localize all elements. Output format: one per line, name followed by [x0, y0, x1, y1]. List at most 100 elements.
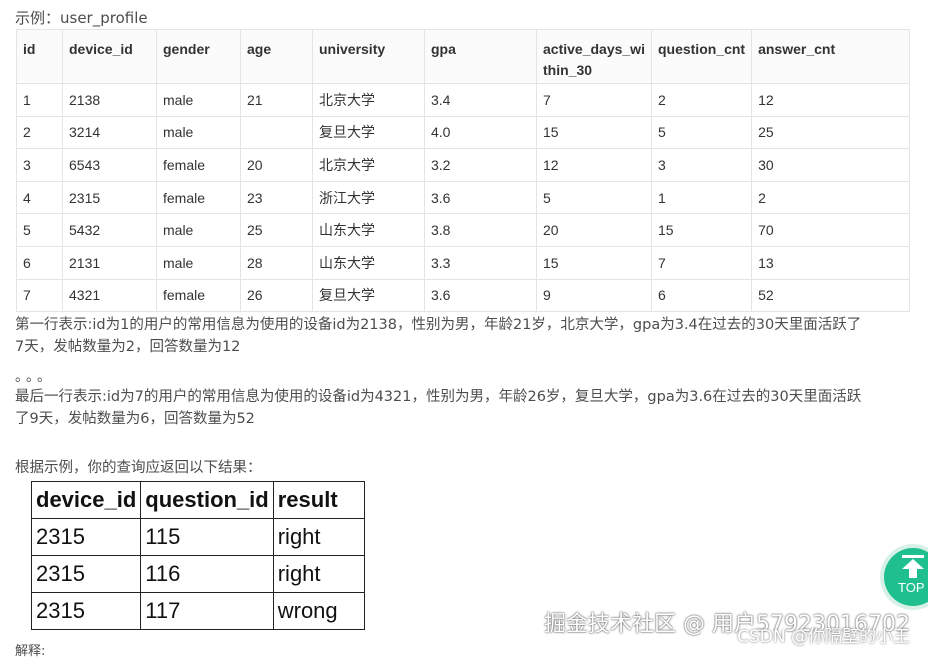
table-cell: 2131: [62, 245, 157, 280]
table-cell: 3.8: [424, 213, 537, 247]
table-row: 2 3214 male 复旦大学 4.0 15 5 25: [16, 115, 910, 150]
header-device-id: device_id: [62, 29, 157, 84]
table-cell: 3: [650, 148, 753, 182]
table-cell: 2: [751, 180, 910, 215]
table-cell: female: [156, 180, 241, 215]
header-gpa: gpa: [424, 29, 537, 84]
result-cell: wrong: [272, 592, 365, 630]
result-header-result: result: [272, 481, 365, 519]
csdn-watermark: CSDN @你隔壁的小王: [737, 627, 910, 647]
table-cell: 23: [240, 180, 313, 215]
table-cell: 3214: [62, 115, 157, 150]
table-cell: 4321: [62, 278, 157, 313]
table-cell: 15: [536, 245, 652, 280]
table-cell: 20: [240, 148, 313, 182]
table-cell: 15: [650, 213, 753, 247]
table-cell: 9: [536, 278, 652, 313]
table-row: 4 2315 female 23 浙江大学 3.6 5 1 2: [16, 180, 910, 215]
table-cell: 7: [536, 83, 652, 117]
table-cell: male: [156, 245, 241, 280]
table-cell: 26: [240, 278, 313, 313]
result-header-row: device_id question_id result: [30, 481, 365, 519]
table-cell: 3: [16, 148, 63, 182]
table-row: 6 2131 male 28 山东大学 3.3 15 7 13: [16, 245, 910, 280]
explanation-last-row: 最后一行表示:id为7的用户的常用信息为使用的设备id为4321，性别为男，年龄…: [15, 386, 915, 430]
table-cell: male: [156, 83, 241, 117]
table-cell: 13: [751, 245, 910, 280]
table-row: 5 5432 male 25 山东大学 3.8 20 15 70: [16, 213, 910, 247]
table-cell: 4.0: [424, 115, 537, 150]
table-cell: 3.4: [424, 83, 537, 117]
result-cell: 2315: [30, 592, 142, 630]
table-cell: male: [156, 115, 241, 150]
top-label: TOP: [898, 580, 925, 595]
table-row: 1 2138 male 21 北京大学 3.4 7 2 12: [16, 83, 910, 117]
explanation-first-row-line2: 7天，发帖数量为2，回答数量为12: [15, 339, 241, 355]
result-header-question-id: question_id: [140, 481, 274, 519]
table-header-row: id device_id gender age university gpa a…: [16, 29, 910, 84]
table-cell: 5: [536, 180, 652, 215]
table-cell: 28: [240, 245, 313, 280]
table-cell: 复旦大学: [312, 115, 425, 150]
table-cell: 北京大学: [312, 83, 425, 117]
table-cell: female: [156, 148, 241, 182]
table-cell: 6543: [62, 148, 157, 182]
result-row: 2315 117 wrong: [30, 592, 365, 630]
header-age: age: [240, 29, 313, 84]
table-cell: 2: [650, 83, 753, 117]
explanation-first-row-line1: 第一行表示:id为1的用户的常用信息为使用的设备id为2138，性别为男，年龄2…: [15, 317, 862, 333]
table-cell: 25: [240, 213, 313, 247]
result-cell: 116: [140, 555, 274, 593]
header-active-days: active_days_wi thin_30: [536, 29, 652, 84]
table-cell: 5432: [62, 213, 157, 247]
explanation-heading: 解释:: [15, 644, 46, 659]
table-cell: 浙江大学: [312, 180, 425, 215]
table-cell: 3.6: [424, 180, 537, 215]
table-cell: male: [156, 213, 241, 247]
table-row: 7 4321 female 26 复旦大学 3.6 9 6 52: [16, 278, 910, 313]
header-university: university: [312, 29, 425, 84]
table-cell: 3.2: [424, 148, 537, 182]
table-cell: 52: [751, 278, 910, 313]
table-cell: 7: [650, 245, 753, 280]
table-cell: 6: [16, 245, 63, 280]
table-cell: 2138: [62, 83, 157, 117]
table-row: 3 6543 female 20 北京大学 3.2 12 3 30: [16, 148, 910, 182]
result-header-device-id: device_id: [30, 481, 142, 519]
result-row: 2315 116 right: [30, 555, 365, 593]
table-cell: [240, 115, 313, 150]
table-cell: 12: [536, 148, 652, 182]
table-cell: 20: [536, 213, 652, 247]
ellipsis-dots: 。。。: [15, 369, 55, 385]
header-active-days-line1: active_days_wi: [543, 41, 645, 57]
user-profile-table: id device_id gender age university gpa a…: [16, 29, 910, 313]
header-question-cnt: question_cnt: [650, 29, 753, 84]
table-cell: 2: [16, 115, 63, 150]
table-cell: 15: [536, 115, 652, 150]
explanation-first-row: 第一行表示:id为1的用户的常用信息为使用的设备id为2138，性别为男，年龄2…: [15, 314, 915, 358]
table-cell: 山东大学: [312, 245, 425, 280]
explanation-last-row-line1: 最后一行表示:id为7的用户的常用信息为使用的设备id为4321，性别为男，年龄…: [15, 389, 862, 405]
back-to-top-button[interactable]: TOP: [884, 548, 928, 606]
table-cell: 30: [751, 148, 910, 182]
table-cell: 70: [751, 213, 910, 247]
result-cell: 2315: [30, 518, 142, 556]
header-active-days-line2: thin_30: [543, 62, 593, 78]
table-cell: female: [156, 278, 241, 313]
table-cell: 1: [16, 83, 63, 117]
table-cell: 山东大学: [312, 213, 425, 247]
table-cell: 2315: [62, 180, 157, 215]
arrow-up-icon: [902, 555, 924, 578]
table-cell: 7: [16, 278, 63, 313]
table-cell: 5: [16, 213, 63, 247]
result-row: 2315 115 right: [30, 518, 365, 556]
header-gender: gender: [156, 29, 241, 84]
header-answer-cnt: answer_cnt: [751, 29, 910, 84]
table-cell: 21: [240, 83, 313, 117]
table-cell: 12: [751, 83, 910, 117]
table-cell: 5: [650, 115, 753, 150]
table-cell: 复旦大学: [312, 278, 425, 313]
table-cell: 1: [650, 180, 753, 215]
result-cell: right: [272, 555, 365, 593]
table-cell: 4: [16, 180, 63, 215]
